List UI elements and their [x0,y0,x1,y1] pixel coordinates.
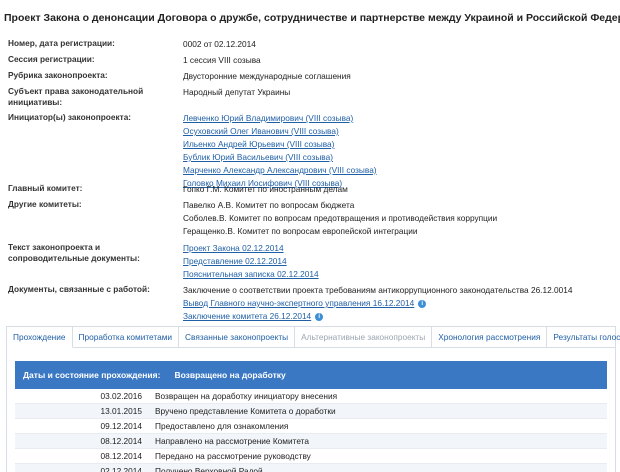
doc-link[interactable]: Проект Закона 02.12.2014 [183,243,284,253]
session-row: Сессия регистрации: 1 сессия VIII созыва [8,54,614,70]
initiator-link[interactable]: Бублик Юрий Васильевич (VIII созыва) [183,152,333,162]
reg-row: Номер, дата регистрации: 0002 от 02.12.2… [8,38,614,54]
related-row: Документы, связанные с работой: Заключен… [8,284,614,324]
page-title: Проект Закона о денонсации Договора о др… [4,12,620,24]
tab-related-bills[interactable]: Связанные законопроекты [179,327,296,347]
passage-date: 02.12.2014 [100,466,142,472]
passage-event: Направлено на рассмотрение Комитета [155,436,309,446]
docs-label: Текст законопроекта и сопроводительные д… [8,242,140,263]
info-icon[interactable]: i [315,313,324,321]
initiators-label: Инициатор(ы) законопроекта: [8,112,132,122]
reg-label: Номер, дата регистрации: [8,38,115,48]
passage-date: 08.12.2014 [100,451,142,461]
tab-voting-results[interactable]: Результаты голосования [547,327,620,347]
doc-link[interactable]: Представление 02.12.2014 [183,256,287,266]
passage-row: 03.02.2016 Возвращен на доработку инициа… [15,389,607,404]
related-text: Заключение о соответствии проекта требов… [183,285,573,295]
passage-event: Вручено представление Комитета о доработ… [155,406,336,416]
committee-item: Павелко А.В. Комитет по вопросам бюджета [183,200,355,210]
bill-page: Проект Закона о денонсации Договора о др… [0,0,620,472]
bill-info: Номер, дата регистрации: 0002 от 02.12.2… [8,38,614,324]
passage-list: 03.02.2016 Возвращен на доработку инициа… [15,389,607,472]
passage-date: 09.12.2014 [100,421,142,431]
reg-value: 0002 от 02.12.2014 [183,39,256,49]
rubric-label: Рубрика законопроекта: [8,70,108,80]
rubric-row: Рубрика законопроекта: Двусторонние межд… [8,70,614,86]
passage-row: 02.12.2014 Получено Верховной Радой [15,464,607,472]
tabs-panel: Прохождение Проработка комитетами Связан… [6,326,620,472]
subject-label: Субъект права законодательной инициативы… [8,86,144,107]
info-icon[interactable]: i [418,300,427,308]
passage-header-label: Даты и состояние прохождения: [23,370,161,380]
committee-item: Соболев.В. Комитет по вопросам предотвра… [183,213,498,223]
session-value: 1 сессия VIII созыва [183,55,261,65]
passage-row: 08.12.2014 Передано на рассмотрение руко… [15,449,607,464]
passage-event: Возвращен на доработку инициатору внесен… [155,391,338,401]
docs-row: Текст законопроекта и сопроводительные д… [8,242,614,282]
tab-chronology[interactable]: Хронология рассмотрения [432,327,548,347]
passage-row: 08.12.2014 Направлено на рассмотрение Ко… [15,434,607,449]
initiator-link[interactable]: Марченко Александр Александрович (VIII с… [183,165,377,175]
main-committee-row: Главный комитет: Гопко Г.М. Комитет по и… [8,183,614,199]
related-link[interactable]: Заключение комитета 26.12.2014 [183,311,311,321]
tab-committee-work[interactable]: Проработка комитетами [73,327,180,347]
passage-date: 13.01.2015 [100,406,142,416]
passage-status: Возвращено на доработку [174,370,286,380]
subject-value: Народный депутат Украины [183,87,291,97]
initiators-row: Инициатор(ы) законопроекта: Левченко Юри… [8,101,614,188]
committee-item: Геращенко.В. Комитет по вопросам европей… [183,226,418,236]
tab-bar: Прохождение Проработка комитетами Связан… [7,327,620,348]
related-label: Документы, связанные с работой: [8,284,150,294]
passage-event: Получено Верховной Радой [155,466,263,472]
other-committees-label: Другие комитеты: [8,199,82,209]
passage-event: Передано на рассмотрение руководству [155,451,311,461]
tab-passage[interactable]: Прохождение [7,327,73,348]
passage-event: Предоставлено для ознакомления [155,421,289,431]
initiator-link[interactable]: Осуховский Олег Иванович (VIII созыва) [183,126,339,136]
initiator-link[interactable]: Левченко Юрий Владимирович (VIII созыва) [183,113,353,123]
passage-header: Даты и состояние прохождения: Возвращено … [15,361,607,389]
passage-row: 09.12.2014 Предоставлено для ознакомлени… [15,419,607,434]
session-label: Сессия регистрации: [8,54,95,64]
initiator-link[interactable]: Ильенко Андрей Юрьевич (VIII созыва) [183,139,334,149]
doc-link[interactable]: Пояснительная записка 02.12.2014 [183,269,319,279]
tab-alternative-bills: Альтернативные законопроекты [295,327,433,347]
rubric-value: Двусторонние международные соглашения [183,71,351,81]
passage-row: 13.01.2015 Вручено представление Комитет… [15,404,607,419]
main-committee-label: Главный комитет: [8,183,83,193]
other-committees-row: Другие комитеты: Павелко А.В. Комитет по… [8,199,614,239]
main-committee-value: Гопко Г.М. Комитет по иностранным делам [183,184,348,194]
passage-date: 03.02.2016 [100,391,142,401]
related-link[interactable]: Вывод Главного научно-экспертного управл… [183,298,414,308]
passage-date: 08.12.2014 [100,436,142,446]
